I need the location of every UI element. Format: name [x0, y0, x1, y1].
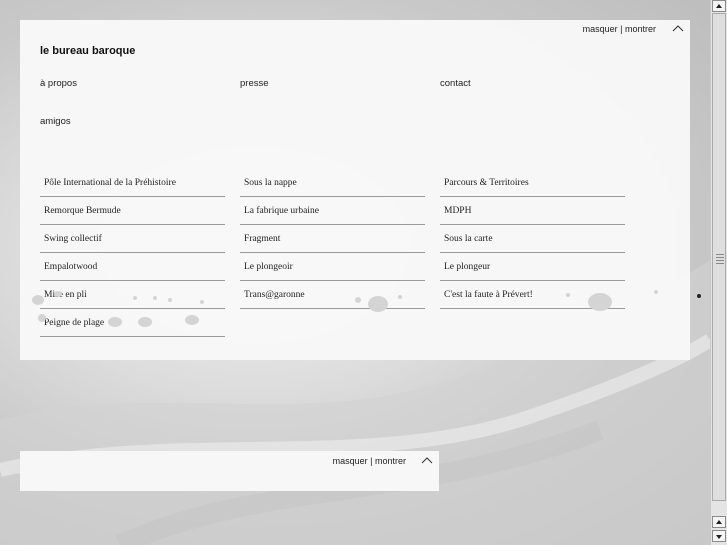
scroll-up-button-2[interactable] [712, 516, 726, 528]
toggle-link[interactable]: masquer | montrer [333, 456, 406, 466]
vertical-scrollbar[interactable] [710, 0, 727, 545]
project-link[interactable]: MDPH [440, 198, 625, 225]
project-link[interactable]: Le plongeoir [240, 254, 425, 281]
project-link[interactable]: Swing collectif [40, 226, 225, 253]
decorative-droplets [32, 290, 658, 327]
nav-amigos[interactable]: amigos [40, 116, 71, 127]
bottom-panel: masquer | montrer [20, 451, 439, 491]
nav-contact[interactable]: contact [440, 78, 471, 89]
chevron-up-icon[interactable] [421, 456, 433, 464]
arrow-up-icon [716, 520, 722, 524]
project-link[interactable]: Sous la nappe [240, 170, 425, 197]
scroll-thumb[interactable] [712, 13, 726, 501]
arrow-down-icon [716, 535, 722, 539]
project-link[interactable]: La fabrique urbaine [240, 198, 425, 225]
project-link[interactable]: Le plongeur [440, 254, 625, 281]
project-link[interactable]: Parcours & Territoires [440, 170, 625, 197]
project-link[interactable]: Fragment [240, 226, 425, 253]
project-link[interactable]: Sous la carte [440, 226, 625, 253]
scroll-down-button[interactable] [712, 530, 726, 542]
project-link[interactable]: Remorque Bermude [40, 198, 225, 225]
grip-icon [716, 254, 724, 264]
chevron-up-icon[interactable] [672, 24, 684, 32]
toggle-link[interactable]: masquer | montrer [583, 24, 656, 34]
scroll-up-button[interactable] [712, 0, 726, 12]
arrow-up-icon [716, 4, 722, 8]
project-link[interactable]: Pôle International de la Préhistoire [40, 170, 225, 197]
dot-marker [697, 294, 701, 298]
project-link[interactable]: Empalotwood [40, 254, 225, 281]
site-title[interactable]: le bureau baroque [40, 45, 135, 57]
main-panel: masquer | montrer le bureau baroque à pr… [20, 20, 690, 360]
nav-presse[interactable]: presse [240, 78, 269, 89]
nav-apropos[interactable]: à propos [40, 78, 77, 89]
